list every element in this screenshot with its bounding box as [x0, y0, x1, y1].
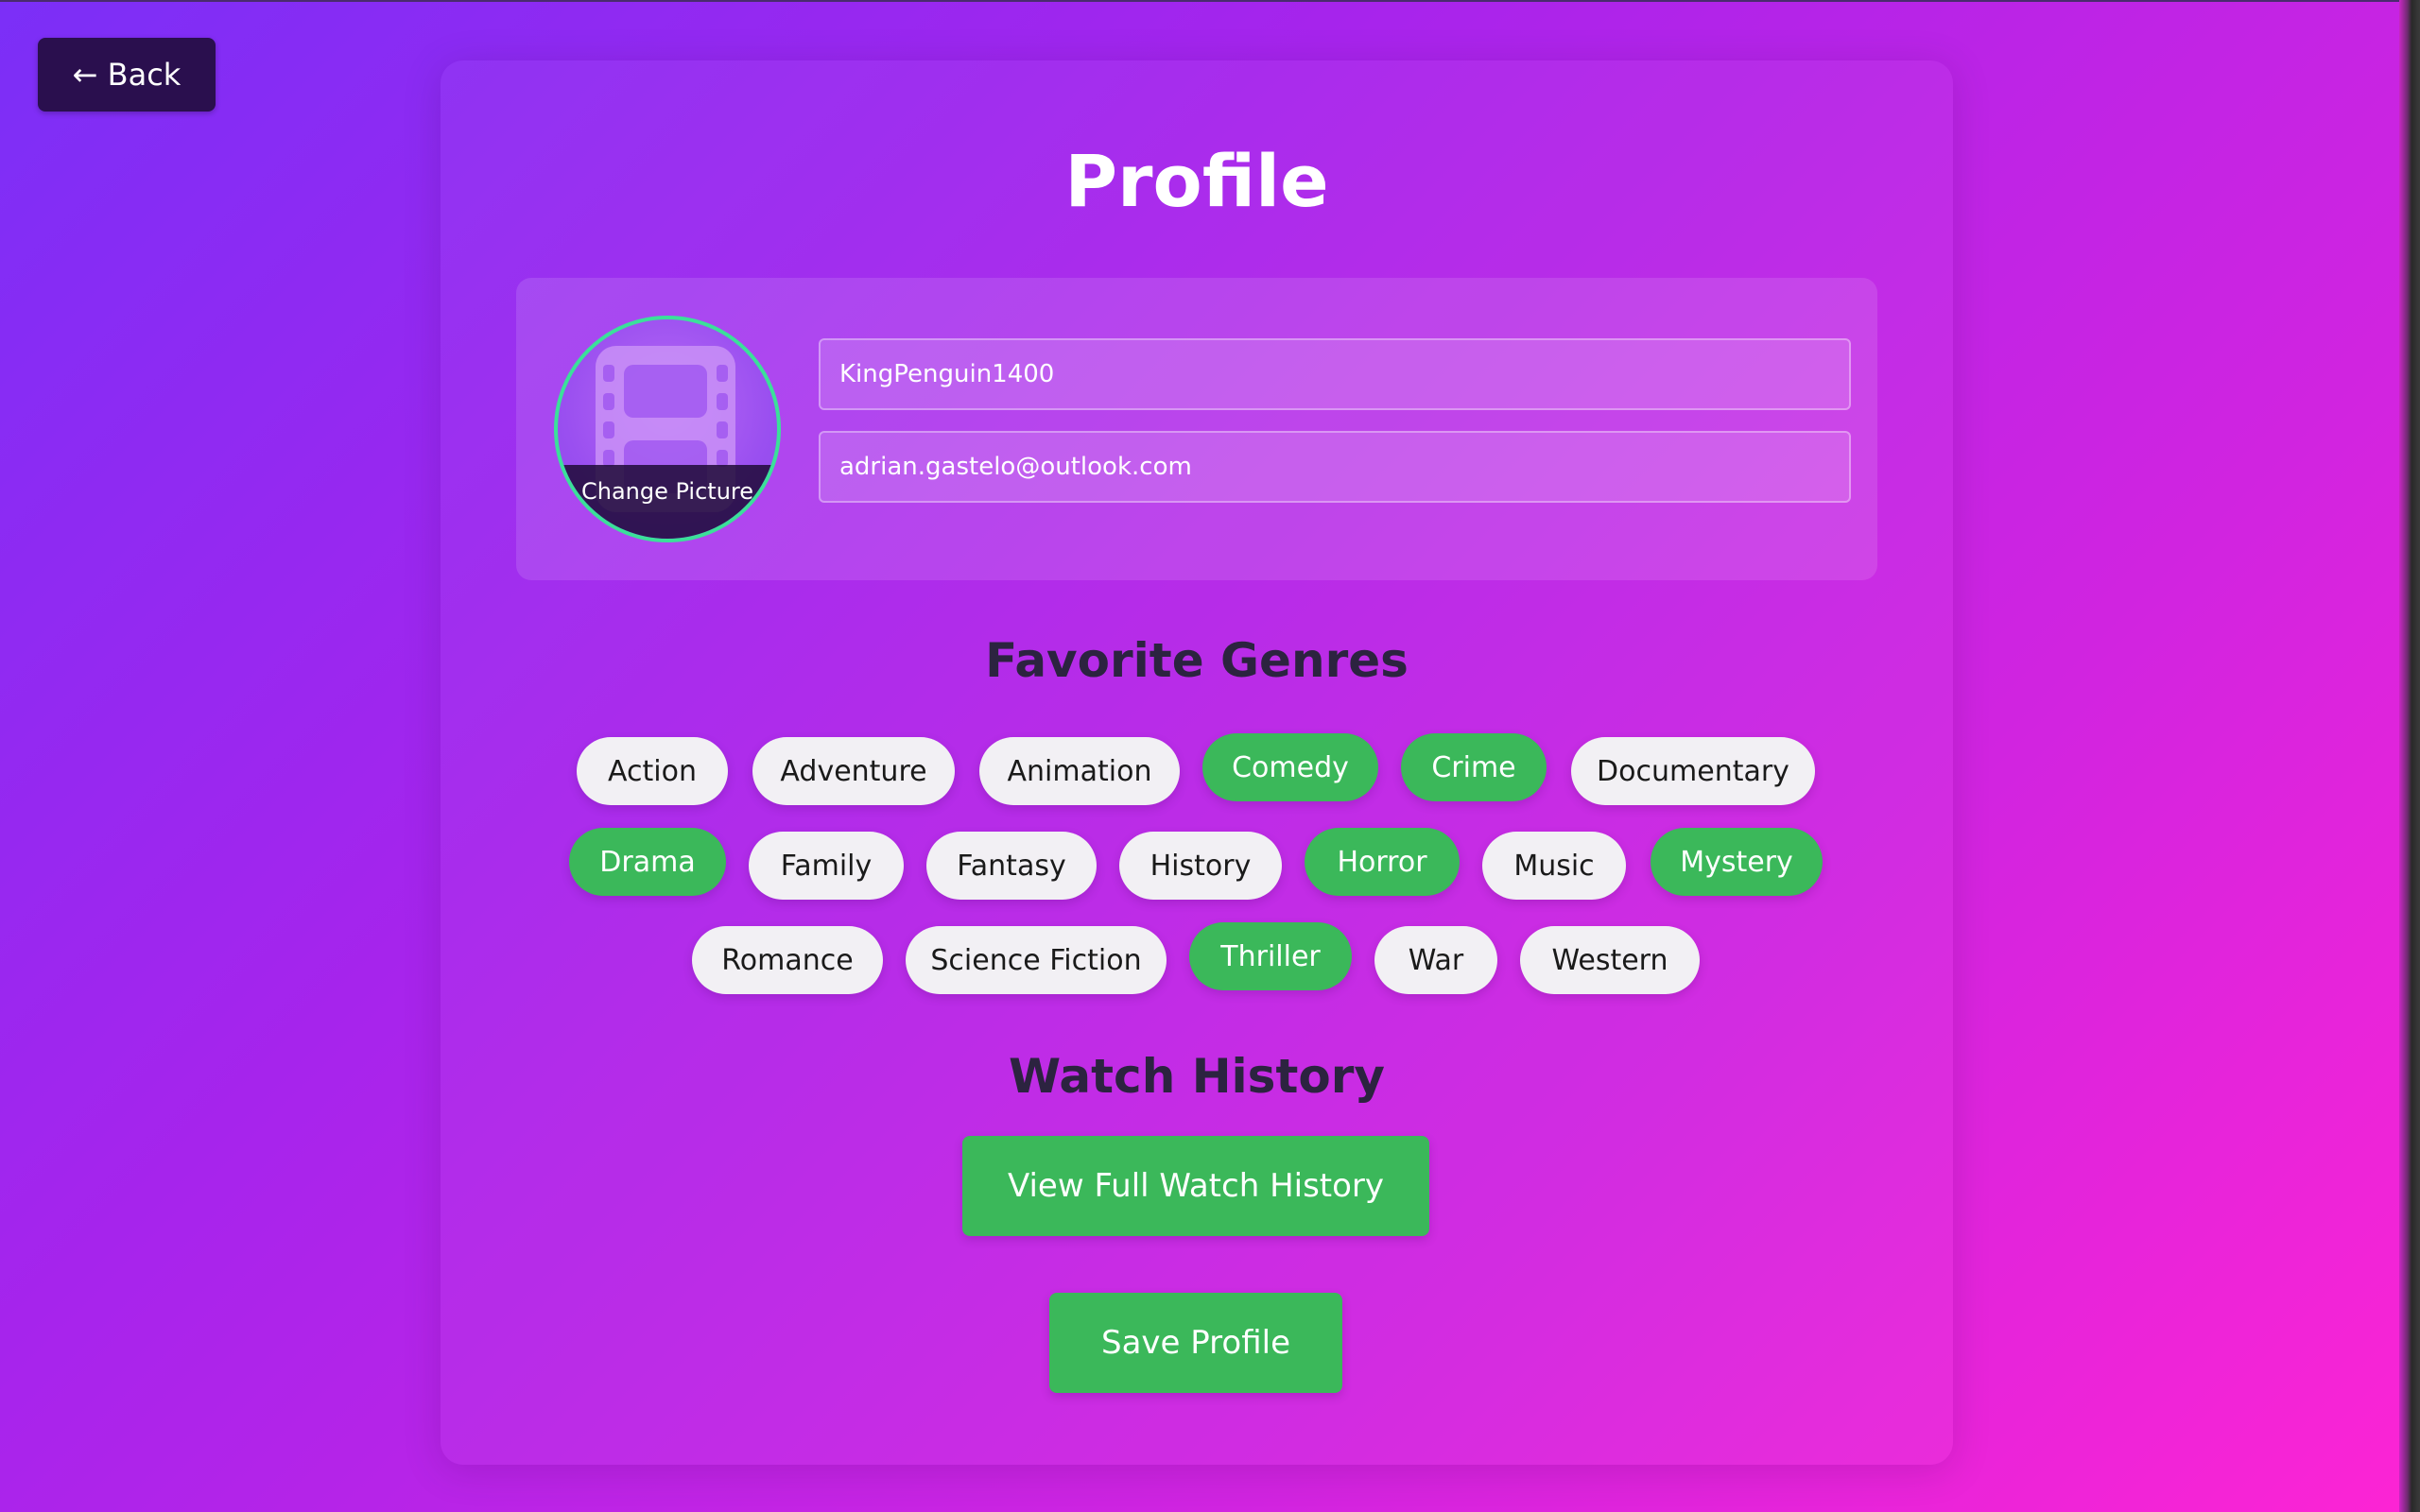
back-button[interactable]: ← Back: [38, 38, 216, 112]
email-field[interactable]: [819, 431, 1851, 503]
watch-history-title: Watch History: [1009, 1049, 1385, 1104]
genre-chip-science-fiction[interactable]: Science Fiction: [906, 926, 1167, 994]
genre-chip-history[interactable]: History: [1119, 832, 1282, 900]
genre-chip-family[interactable]: Family: [749, 832, 904, 900]
save-profile-button[interactable]: Save Profile: [1049, 1293, 1342, 1393]
view-watch-history-button[interactable]: View Full Watch History: [962, 1136, 1429, 1236]
genre-chip-documentary[interactable]: Documentary: [1571, 737, 1815, 805]
scrollbar[interactable]: [2399, 0, 2420, 1512]
favorite-genres-title: Favorite Genres: [985, 633, 1409, 688]
genre-chip-comedy[interactable]: Comedy: [1202, 733, 1378, 801]
profile-card: Profile Change Picture Favorite Genres A…: [441, 60, 1953, 1465]
change-picture-button[interactable]: Change Picture: [558, 465, 777, 539]
genre-chip-western[interactable]: Western: [1520, 926, 1700, 994]
genre-chip-music[interactable]: Music: [1482, 832, 1626, 900]
genre-chip-romance[interactable]: Romance: [692, 926, 883, 994]
avatar[interactable]: Change Picture: [554, 316, 781, 542]
page-title: Profile: [1064, 139, 1329, 223]
window-top-border: [0, 0, 2420, 2]
genre-chip-war[interactable]: War: [1374, 926, 1497, 994]
profile-info-panel: Change Picture: [516, 278, 1877, 580]
genre-chip-horror[interactable]: Horror: [1305, 828, 1460, 896]
genre-chip-thriller[interactable]: Thriller: [1189, 922, 1352, 990]
genre-chip-mystery[interactable]: Mystery: [1651, 828, 1823, 896]
genre-chip-adventure[interactable]: Adventure: [752, 737, 955, 805]
genre-chip-drama[interactable]: Drama: [569, 828, 726, 896]
genre-chip-crime[interactable]: Crime: [1401, 733, 1547, 801]
username-field[interactable]: [819, 338, 1851, 410]
genre-chip-fantasy[interactable]: Fantasy: [926, 832, 1097, 900]
genre-chip-animation[interactable]: Animation: [979, 737, 1180, 805]
genre-chip-action[interactable]: Action: [577, 737, 728, 805]
